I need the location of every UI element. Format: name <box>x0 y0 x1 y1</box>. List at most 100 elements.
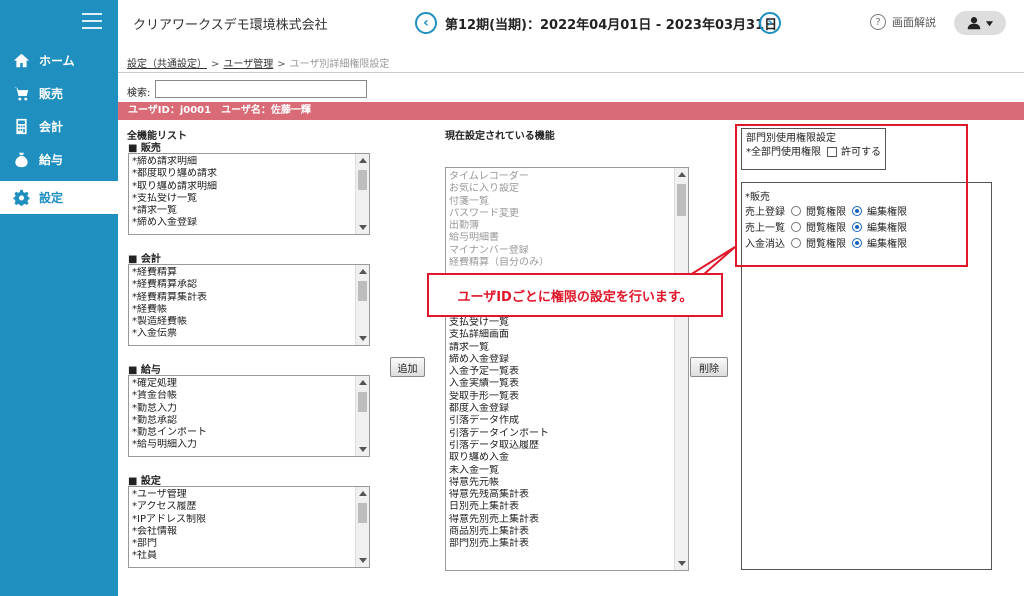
list-item[interactable]: 得意先元帳 <box>449 477 549 489</box>
user-icon <box>967 17 980 30</box>
list-item[interactable]: *勤怠入力 <box>132 403 353 415</box>
add-button[interactable]: 追加 <box>390 357 425 377</box>
sidebar-item-label: ホーム <box>39 54 75 68</box>
highlight-frame <box>735 124 968 267</box>
list-item[interactable]: 得意先残高集計表 <box>449 489 549 501</box>
remove-button[interactable]: 削除 <box>690 357 728 377</box>
fiscal-period: 第12期(当期)：2022年04月01日 - 2023年03月31日 <box>445 18 778 33</box>
list-item[interactable]: *締め入金登録 <box>132 217 353 229</box>
list-item[interactable]: *経費精算集計表 <box>132 292 353 304</box>
user-info-bar: ユーザID：j0001 ユーザ名：佐藤一輝 <box>118 102 1024 120</box>
home-icon <box>13 53 30 68</box>
scrollbar[interactable] <box>355 265 369 345</box>
list-item[interactable]: 付箋一覧 <box>449 196 672 208</box>
list-item[interactable]: *経費精算 <box>132 267 353 279</box>
sidebar-item-settings[interactable]: 設定 <box>0 181 118 214</box>
list-item[interactable]: 商品別売上集計表 <box>449 526 549 538</box>
list-item[interactable]: 日別売上集計表 <box>449 501 549 513</box>
list-item[interactable]: 引落データ作成 <box>449 415 549 427</box>
list-item[interactable]: *勤怠インポート <box>132 427 353 439</box>
scrollbar[interactable] <box>355 376 369 456</box>
cart-icon <box>13 87 29 101</box>
sidebar-item-label: 会計 <box>39 120 64 134</box>
sidebar-item-payroll[interactable]: 給与 <box>0 143 118 176</box>
list-item[interactable]: *ユーザ管理 <box>132 489 353 501</box>
list-item[interactable]: 出勤簿 <box>449 220 672 232</box>
list-item[interactable]: 支払詳細画面 <box>449 329 549 341</box>
list-item[interactable]: *社員 <box>132 550 353 562</box>
search-input[interactable] <box>155 80 367 98</box>
divider <box>118 72 1024 73</box>
list-item[interactable]: *都度取り纏め請求 <box>132 168 353 180</box>
list-item[interactable]: *IPアドレス制限 <box>132 514 353 526</box>
scrollbar[interactable] <box>674 168 688 570</box>
breadcrumb-user-management[interactable]: ユーザ管理 <box>223 59 273 70</box>
accounting-function-list[interactable]: *経費精算 *経費精算承認 *経費精算集計表 *経費帳 *製造経費帳 *入金伝票 <box>128 264 370 346</box>
list-item[interactable]: *勤怠承認 <box>132 415 353 427</box>
gear-icon <box>13 189 30 206</box>
list-item[interactable]: *経費帳 <box>132 304 353 316</box>
calculator-icon <box>16 118 27 135</box>
list-item[interactable]: 締め入金登録 <box>449 354 549 366</box>
list-item[interactable]: 未入金一覧 <box>449 465 549 477</box>
list-item[interactable]: マイナンバー登録 <box>449 245 672 257</box>
list-item[interactable]: *会社情報 <box>132 526 353 538</box>
list-item[interactable]: *給与明細入力 <box>132 439 353 451</box>
list-item[interactable]: 入金実績一覧表 <box>449 378 549 390</box>
sidebar-item-label: 販売 <box>39 87 64 101</box>
user-menu-button[interactable] <box>954 11 1006 35</box>
hamburger-menu-icon[interactable] <box>82 13 102 29</box>
list-item[interactable]: パスワード変更 <box>449 208 672 220</box>
next-period-button[interactable]: › <box>759 12 781 34</box>
money-bag-icon <box>15 152 28 168</box>
current-functions-title: 現在設定されている機能 <box>445 131 555 142</box>
list-item[interactable]: *賃金台帳 <box>132 390 353 402</box>
list-item[interactable]: 引落データインポート <box>449 428 549 440</box>
payroll-function-list[interactable]: *確定処理 *賃金台帳 *勤怠入力 *勤怠承認 *勤怠インポート *給与明細入力 <box>128 375 370 457</box>
list-item[interactable]: 支払受け一覧 <box>449 317 549 329</box>
scrollbar[interactable] <box>355 487 369 567</box>
prev-period-button[interactable]: ‹ <box>415 12 437 34</box>
list-item[interactable]: 給与明細書 <box>449 232 672 244</box>
chevron-right-icon: › <box>767 15 773 31</box>
list-item[interactable]: 請求一覧 <box>449 342 549 354</box>
list-item[interactable]: *請求一覧 <box>132 205 353 217</box>
list-item[interactable]: 受取手形一覧表 <box>449 391 549 403</box>
list-item[interactable]: *取り纏め請求明細 <box>132 181 353 193</box>
sidebar-item-accounting[interactable]: 会計 <box>0 110 118 143</box>
group-label-sales: ■ 販売 <box>128 143 161 154</box>
list-item[interactable]: 部門別売上集計表 <box>449 538 549 550</box>
breadcrumb-common-settings[interactable]: 設定（共通設定） <box>127 59 207 70</box>
breadcrumb-separator: > <box>211 59 220 70</box>
sidebar-item-sales[interactable]: 販売 <box>0 77 118 110</box>
list-item[interactable]: 引落データ取込履歴 <box>449 440 549 452</box>
chevron-left-icon: ‹ <box>423 15 429 31</box>
settings-function-list[interactable]: *ユーザ管理 *アクセス履歴 *IPアドレス制限 *会社情報 *部門 *社員 <box>128 486 370 568</box>
header: クリアワークスデモ環境株式会社 ‹ 第12期(当期)：2022年04月01日 -… <box>118 0 1024 44</box>
breadcrumb-separator: > <box>277 59 286 70</box>
sales-function-list[interactable]: *締め請求明細 *都度取り纏め請求 *取り纏め請求明細 *支払受け一覧 *請求一覧 *締め… <box>128 153 370 235</box>
list-item[interactable]: *締め請求明細 <box>132 156 353 168</box>
sidebar-item-label: 給与 <box>39 153 64 167</box>
sidebar-item-home[interactable]: ホーム <box>0 44 118 77</box>
list-item[interactable]: 取り纏め入金 <box>449 452 549 464</box>
list-item[interactable]: お気に入り設定 <box>449 183 672 195</box>
list-item[interactable]: *確定処理 <box>132 378 353 390</box>
list-item[interactable]: 都度入金登録 <box>449 403 549 415</box>
list-item[interactable]: *製造経費帳 <box>132 316 353 328</box>
list-item[interactable]: *経費精算承認 <box>132 279 353 291</box>
help-button[interactable]: ? 画面解説 <box>870 14 936 30</box>
current-function-list[interactable]: タイムレコーダー お気に入り設定 付箋一覧 パスワード変更 出勤簿 給与明細書 マイナンバー… <box>445 167 689 571</box>
list-item[interactable]: 経費精算（自分のみ） <box>449 257 672 269</box>
scrollbar[interactable] <box>355 154 369 234</box>
list-item[interactable]: *アクセス履歴 <box>132 501 353 513</box>
list-item[interactable]: タイムレコーダー <box>449 171 672 183</box>
company-name: クリアワークスデモ環境株式会社 <box>133 18 328 33</box>
list-item[interactable]: 得意先別売上集計表 <box>449 514 549 526</box>
list-item[interactable]: 入金予定一覧表 <box>449 366 549 378</box>
callout-annotation: ユーザIDごとに権限の設定を行います。 <box>427 273 723 317</box>
list-item[interactable]: *支払受け一覧 <box>132 193 353 205</box>
list-item[interactable]: *入金伝票 <box>132 328 353 340</box>
list-item[interactable]: *部門 <box>132 538 353 550</box>
breadcrumb: 設定（共通設定） > ユーザ管理 > ユーザ別詳細権限設定 <box>127 55 389 70</box>
